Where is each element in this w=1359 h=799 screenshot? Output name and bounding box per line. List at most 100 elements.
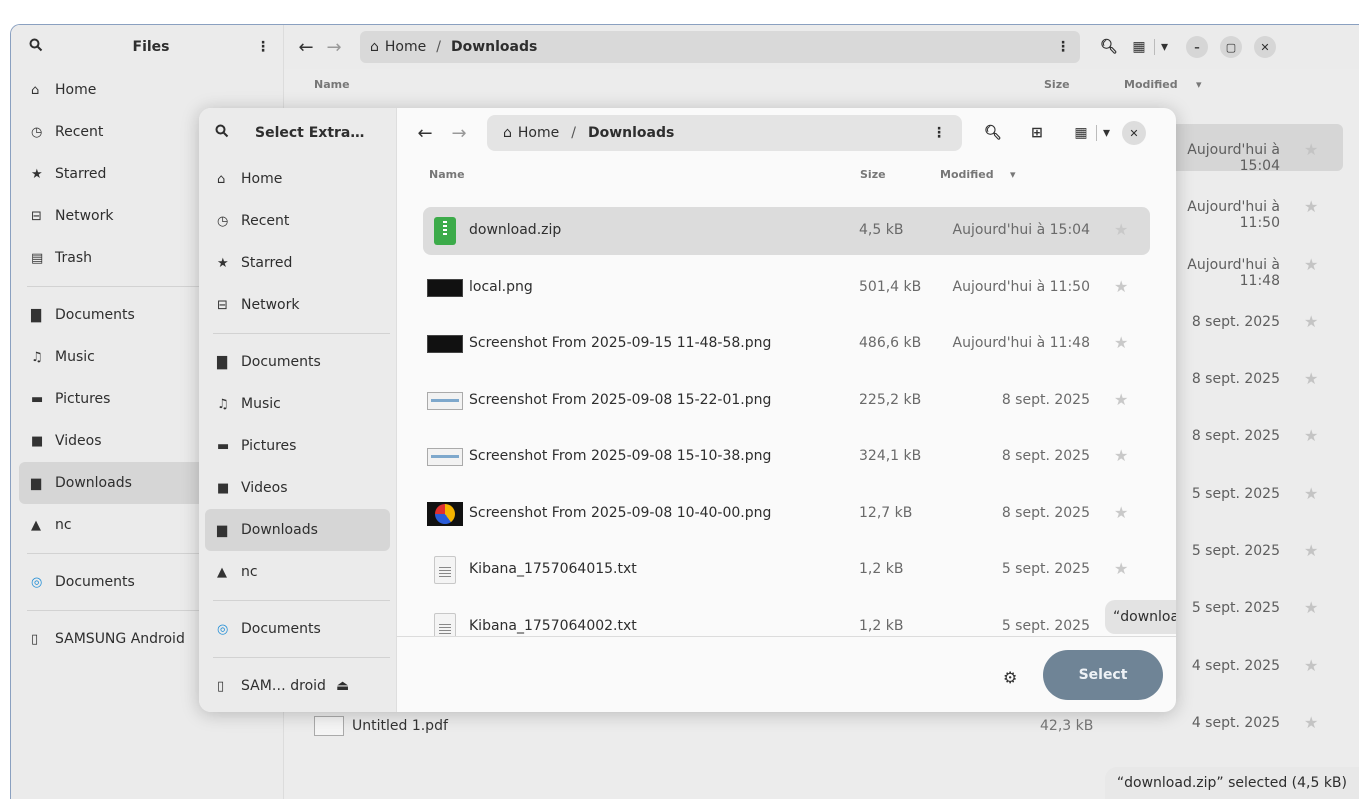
filter-icon[interactable]: ⚙︎ xyxy=(1003,668,1017,687)
path-menu-icon[interactable]: ⋮ xyxy=(1056,39,1070,55)
search-icon[interactable] xyxy=(29,38,49,56)
star-icon[interactable]: ★ xyxy=(1114,559,1128,578)
file-row[interactable]: local.png 501,4 kB Aujourd'hui à 11:50 ★ xyxy=(397,264,1176,321)
star-icon[interactable]: ★ xyxy=(1114,220,1128,239)
star-icon[interactable]: ★ xyxy=(1304,312,1318,331)
sidebar-item-recent[interactable]: ◷ Recent xyxy=(205,200,390,242)
forward-icon[interactable]: → xyxy=(320,37,348,58)
star-icon[interactable]: ★ xyxy=(1114,503,1128,522)
search-folder-icon[interactable]: 🔍︎ xyxy=(1094,39,1124,55)
dialog-sidebar-list: ⌂ Home ◷ Recent ★ Starred ⊟ Network ▇ Documents ♫ M… xyxy=(199,158,396,707)
sidebar-item-videos[interactable]: ■ Videos xyxy=(205,467,390,509)
file-name: Screenshot From 2025-09-08 15-10-38.png xyxy=(469,448,772,464)
star-icon[interactable]: ★ xyxy=(1304,484,1318,503)
sort-chevron-icon: ▾ xyxy=(1010,168,1016,181)
path-home[interactable]: Home xyxy=(518,125,559,141)
star-icon[interactable]: ★ xyxy=(1304,426,1318,445)
star-icon[interactable]: ★ xyxy=(1304,255,1318,274)
file-entry: Untitled 1.pdf 42,3 kB xyxy=(314,711,1093,741)
video-icon: ■ xyxy=(217,480,230,496)
select-file-dialog: Select Extra… ⌂ Home ◷ Recent ★ Starred ⊟ Netwo… xyxy=(199,108,1176,712)
sidebar-item-label: Starred xyxy=(241,255,293,271)
view-options-icon[interactable]: ▾ xyxy=(1154,39,1174,55)
file-size: 12,7 kB xyxy=(859,504,913,521)
sidebar-header: Files ⋮ xyxy=(11,25,283,69)
select-button[interactable]: Select xyxy=(1043,650,1163,700)
file-name: local.png xyxy=(469,278,533,295)
col-modified[interactable]: Modified xyxy=(1124,78,1178,91)
star-icon[interactable]: ★ xyxy=(1114,333,1128,352)
file-row[interactable]: Screenshot From 2025-09-08 15-10-38.png 3… xyxy=(397,433,1176,490)
grid-view-icon[interactable]: ▦ xyxy=(1066,125,1096,141)
file-row[interactable]: download.zip 4,5 kB Aujourd'hui à 15:04 ★ xyxy=(397,207,1176,264)
close-icon[interactable]: ✕ xyxy=(1122,121,1146,145)
sidebar-item-home[interactable]: ⌂ Home xyxy=(205,158,390,200)
home-icon: ⌂ xyxy=(217,171,226,187)
star-icon[interactable]: ★ xyxy=(1114,277,1128,296)
col-size[interactable]: Size xyxy=(1044,78,1070,91)
file-row[interactable]: Kibana_1757064002.txt1,2 kB5 sept. 2025★ xyxy=(397,603,1176,637)
path-bar[interactable]: ⌂ Home / Downloads ⋮ xyxy=(360,31,1080,63)
search-icon[interactable] xyxy=(215,124,229,142)
sidebar-item-documents[interactable]: ▇ Documents xyxy=(205,341,390,383)
sidebar-item-cloud-documents[interactable]: ◎ Documents xyxy=(205,608,390,650)
sidebar-item-downloads[interactable]: ▆ Downloads xyxy=(205,509,390,551)
eject-icon[interactable]: ⏏ xyxy=(336,678,349,694)
col-size[interactable]: Size xyxy=(860,168,886,181)
sidebar-item-home[interactable]: ⌂ Home xyxy=(19,69,275,111)
file-size: 42,3 kB xyxy=(1040,717,1094,734)
search-folder-icon[interactable]: 🔍︎ xyxy=(978,125,1008,141)
trash-icon: ▤ xyxy=(31,250,44,266)
star-icon[interactable]: ★ xyxy=(1304,713,1318,732)
warning-icon: ▲ xyxy=(31,517,41,533)
sidebar-item-label: Documents xyxy=(55,307,135,323)
dialog-path-bar[interactable]: ⌂ Home / Downloads ⋮ xyxy=(487,115,962,151)
picture-icon: ▬ xyxy=(31,391,44,407)
sidebar-item-starred[interactable]: ★ Starred xyxy=(205,242,390,284)
star-icon[interactable]: ★ xyxy=(1304,656,1318,675)
path-separator: / xyxy=(436,39,441,55)
grid-view-icon[interactable]: ▦ xyxy=(1124,39,1154,55)
path-current[interactable]: Downloads xyxy=(588,125,674,141)
sidebar-separator xyxy=(213,657,390,658)
minimize-icon[interactable]: – xyxy=(1186,36,1208,58)
sidebar-item-network[interactable]: ⊟ Network xyxy=(205,284,390,326)
star-icon[interactable]: ★ xyxy=(1304,598,1318,617)
star-icon[interactable]: ★ xyxy=(1304,197,1318,216)
star-icon[interactable]: ★ xyxy=(1304,541,1318,560)
star-icon[interactable]: ★ xyxy=(1304,369,1318,388)
new-folder-icon[interactable]: ⊞ xyxy=(1022,125,1052,141)
star-icon[interactable]: ★ xyxy=(1114,390,1128,409)
folder-icon: ▆ xyxy=(31,475,41,491)
sidebar-item-label: SAM… droid xyxy=(241,678,326,694)
nextcloud-icon: ◎ xyxy=(217,621,229,637)
sidebar-item-samsung-android[interactable]: ▯ SAM… droid ⏏ xyxy=(205,665,390,707)
sidebar-item-nc[interactable]: ▲ nc xyxy=(205,551,390,593)
sidebar-item-music[interactable]: ♫ Music xyxy=(205,383,390,425)
file-row[interactable]: Screenshot From 2025-09-15 11-48-58.png 4… xyxy=(397,320,1176,377)
col-modified[interactable]: Modified xyxy=(940,168,994,181)
maximize-icon[interactable]: ▢ xyxy=(1220,36,1242,58)
image-icon xyxy=(427,387,463,415)
view-options-icon[interactable]: ▾ xyxy=(1096,125,1116,141)
file-modified: 5 sept. 2025 xyxy=(1001,561,1090,577)
path-current[interactable]: Downloads xyxy=(451,39,537,55)
back-icon[interactable]: ← xyxy=(292,37,320,58)
app-title: Files xyxy=(132,39,170,55)
path-menu-icon[interactable]: ⋮ xyxy=(932,125,946,141)
col-name[interactable]: Name xyxy=(314,78,350,91)
col-name[interactable]: Name xyxy=(429,168,465,181)
back-icon[interactable]: ← xyxy=(411,123,439,144)
main-menu-icon[interactable]: ⋮ xyxy=(253,39,273,55)
forward-icon[interactable]: → xyxy=(445,123,473,144)
star-icon[interactable]: ★ xyxy=(1304,140,1318,159)
file-row[interactable]: Screenshot From 2025-09-08 15-22-01.png 2… xyxy=(397,377,1176,434)
file-row[interactable]: Screenshot From 2025-09-08 10-40-00.png 1… xyxy=(397,490,1176,547)
status-toast: “download.zip” selected (4,5 kB) xyxy=(1104,767,1359,799)
sidebar-item-pictures[interactable]: ▬ Pictures xyxy=(205,425,390,467)
sidebar-item-label: Documents xyxy=(241,354,321,370)
star-icon[interactable]: ★ xyxy=(1114,446,1128,465)
path-home[interactable]: Home xyxy=(385,39,426,55)
file-row[interactable]: Kibana_1757064015.txt 1,2 kB 5 sept. 2025 ★ xyxy=(397,546,1176,603)
close-icon[interactable]: ✕ xyxy=(1254,36,1276,58)
